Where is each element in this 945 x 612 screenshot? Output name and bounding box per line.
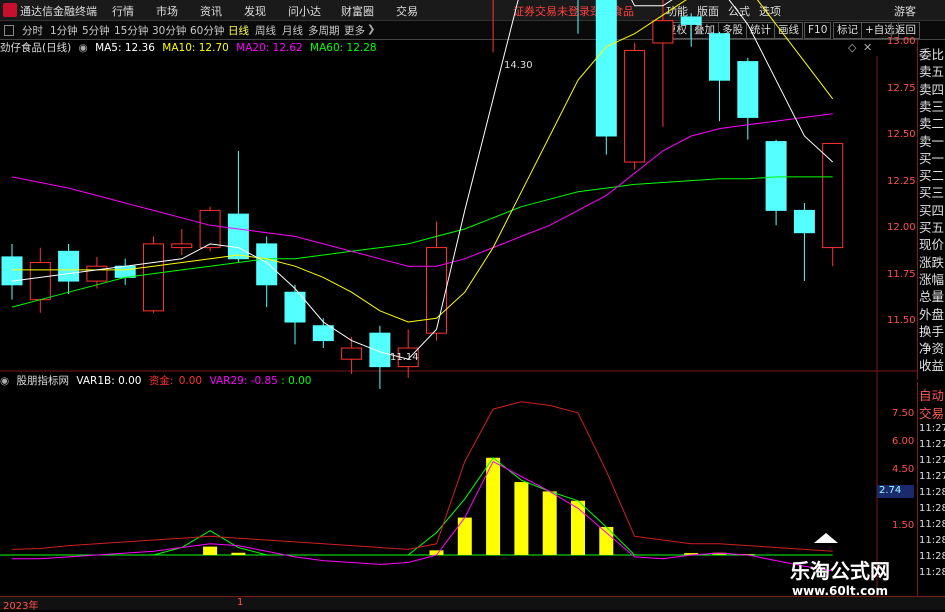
candle-body [737,61,759,118]
candle-body [58,250,80,282]
candle-body [793,209,815,234]
candle-body [256,243,278,286]
quote-row-label: 卖二 [919,116,945,132]
candle-body [199,209,221,249]
sub-bar [514,482,529,555]
sub-tick-label: 1.50 [892,519,915,531]
roof-logo-icon [814,533,838,543]
quote-row-label: 买三 [919,185,945,201]
auto-trade-label[interactable]: 自动 [919,385,944,404]
quote-row-label: 卖一 [919,133,945,149]
sub-tick-label: 4.50 [892,463,915,475]
price-tick-label: 13.25 [887,0,916,1]
trade-time-label: 11:27 [919,455,945,466]
price-tick-label: 11.75 [887,268,916,280]
price-tick-label: 13.00 [887,36,916,47]
date-axis: 2023年 1 [0,596,945,612]
ma60-line [11,176,833,308]
sub-red-line [11,401,833,552]
quote-row-label: 总量 [919,289,945,305]
price-tick-label: 12.25 [887,175,916,187]
candle-body [227,213,249,260]
quote-row-label: 换手 [919,323,945,339]
quote-row-label: 买四 [919,202,945,218]
ma20-line [11,113,833,267]
quote-row-label: 买二 [919,168,945,184]
trade-time-label: 11:27 [919,439,945,450]
candle-body [171,243,193,249]
price-tick-label: 12.50 [887,129,916,140]
quote-row-label: 收益 [919,358,945,374]
price-tick-label: 12.00 [887,222,916,233]
quote-row-label: 涨跌 [919,254,945,270]
sub-tick-label: 7.50 [892,407,915,419]
sub-bar [457,517,472,555]
kline-chart[interactable] [0,0,945,609]
sub-tick-label: 6.00 [892,435,915,447]
year-label: 2023年 [3,601,39,612]
sub-bar [486,457,501,555]
quote-row-label: 净资 [919,341,945,357]
quote-row-label: 委比 [919,47,945,62]
sub-axis-highlight: 2.74 [877,485,914,498]
candle-body [652,20,674,44]
sub-green-line [12,457,833,556]
sub-bar [231,552,246,555]
candle-body [709,33,730,81]
high-price-annotation: 14.30 [504,60,533,71]
trade-time-label: 11:28 [919,487,945,498]
candle-body [369,332,391,368]
quote-row-label: 现价 [919,237,945,253]
sub-bar [542,491,557,555]
candle-body [143,243,164,312]
candle-body [680,16,702,25]
quote-row-label: 卖四 [919,81,945,97]
candle-body [595,0,617,137]
trade-time-label: 11:28 [919,567,945,578]
quote-row-label: 买五 [919,220,945,235]
quote-row-label: 买一 [919,150,945,166]
candle-body [765,141,787,211]
candle-body [822,142,844,249]
trade-time-label: 11:28 [919,535,945,546]
trade-time-label: 11:28 [919,551,945,562]
trade-time-label: 11:27 [919,423,945,434]
candle-body [29,261,51,301]
price-tick-label: 12.75 [887,82,916,94]
low-price-annotation: 11.14 [390,352,419,363]
month-label: 1 [237,597,244,608]
watermark-url: www.60lt.com [792,584,889,598]
candle-body [426,247,447,334]
watermark-title: 乐淘公式网 [790,559,890,583]
trade-time-label: 11:28 [919,519,945,530]
quote-row-label: 外盘 [919,306,945,322]
trade-label[interactable]: 交易 [919,403,944,422]
candle-body [624,49,646,163]
quote-row-label: 卖三 [919,98,945,114]
sub-purple-line [12,460,833,572]
candle-body [341,347,363,360]
candle-body [86,265,108,282]
trade-time-label: 11:28 [919,503,945,514]
candle-body [114,265,136,278]
sub-bar [203,546,218,555]
trade-time-label: 11:27 [919,471,945,482]
price-tick-label: 11.50 [887,315,916,326]
quote-row-label: 卖五 [919,64,945,80]
candle-body [312,325,334,342]
quote-row-label: 涨幅 [919,271,945,287]
